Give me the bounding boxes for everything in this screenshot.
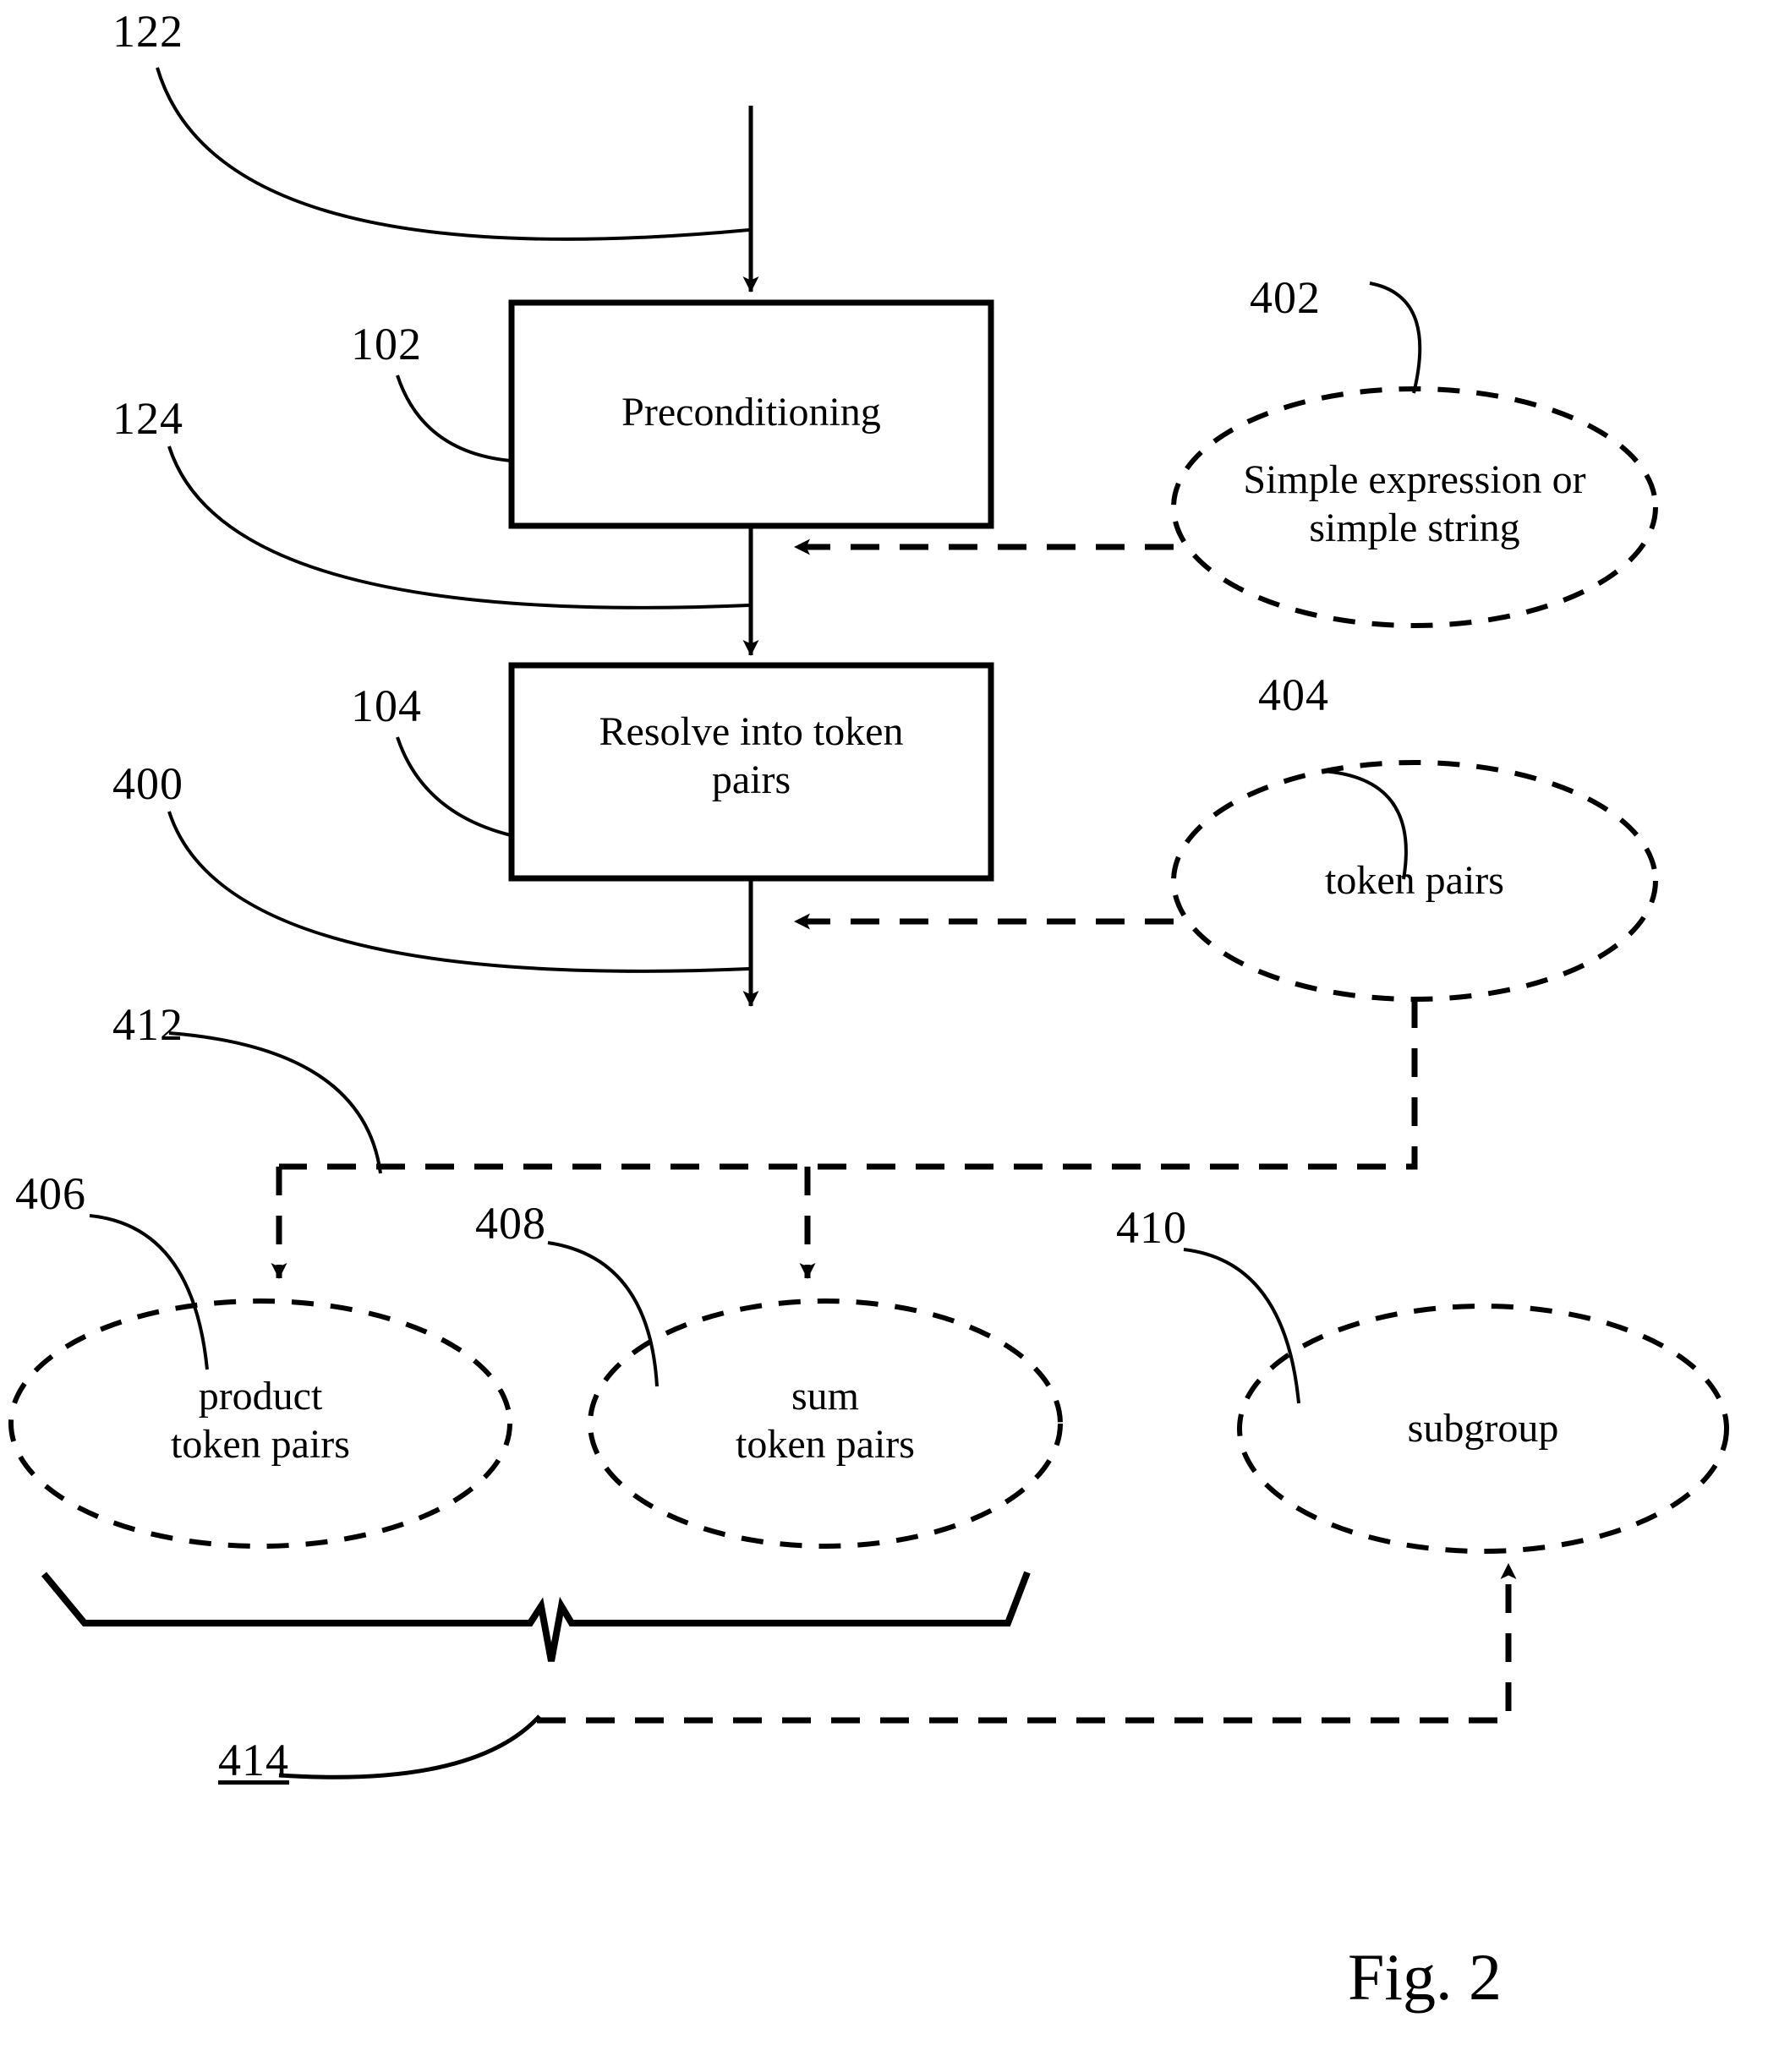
ellipse-simple-expression-label: Simple expression or simple string (1243, 457, 1586, 550)
leader-line-410 (1183, 1248, 1300, 1404)
reference-numeral-410: 410 (1116, 1202, 1187, 1253)
reference-numeral-104: 104 (351, 681, 422, 731)
leader-line-122 (156, 67, 750, 241)
reference-numeral-412: 412 (112, 999, 183, 1050)
leader-line-400 (167, 811, 750, 973)
process-box-resolve-label: Resolve into token pairs (599, 709, 904, 802)
leader-line-414 (278, 1714, 541, 1780)
ellipse-token-pairs-label: token pairs (1325, 858, 1504, 903)
reference-numeral-400: 400 (112, 758, 183, 809)
reference-numeral-414: 414 (218, 1735, 289, 1785)
leader-line-102 (396, 374, 512, 462)
ellipse-sum-token-pairs-label: sum token pairs (736, 1374, 915, 1467)
leader-line-406 (89, 1214, 209, 1370)
dashed-distribution-bus (279, 999, 1418, 1170)
reference-numeral-402: 402 (1250, 272, 1321, 323)
leader-line-104 (396, 736, 512, 837)
merge-brace (41, 1571, 1031, 1662)
leader-line-402 (1369, 282, 1422, 394)
ellipse-subgroup-label: subgroup (1407, 1406, 1559, 1451)
reference-numeral-124: 124 (112, 393, 183, 444)
reference-numeral-408: 408 (475, 1198, 546, 1249)
reference-numeral-406: 406 (15, 1168, 86, 1219)
patent-figure-2: Preconditioning Resolve into token pairs… (0, 0, 1768, 2072)
leader-line-412 (168, 1031, 382, 1174)
reference-numeral-122: 122 (112, 6, 183, 57)
process-box-preconditioning-label: Preconditioning (621, 390, 881, 435)
leader-line-408 (547, 1241, 659, 1387)
reference-numeral-404: 404 (1258, 670, 1329, 720)
figure-caption: Fig. 2 (1348, 1940, 1503, 2014)
ellipse-product-token-pairs-label: product token pairs (171, 1374, 350, 1467)
reference-numeral-102: 102 (351, 319, 422, 369)
